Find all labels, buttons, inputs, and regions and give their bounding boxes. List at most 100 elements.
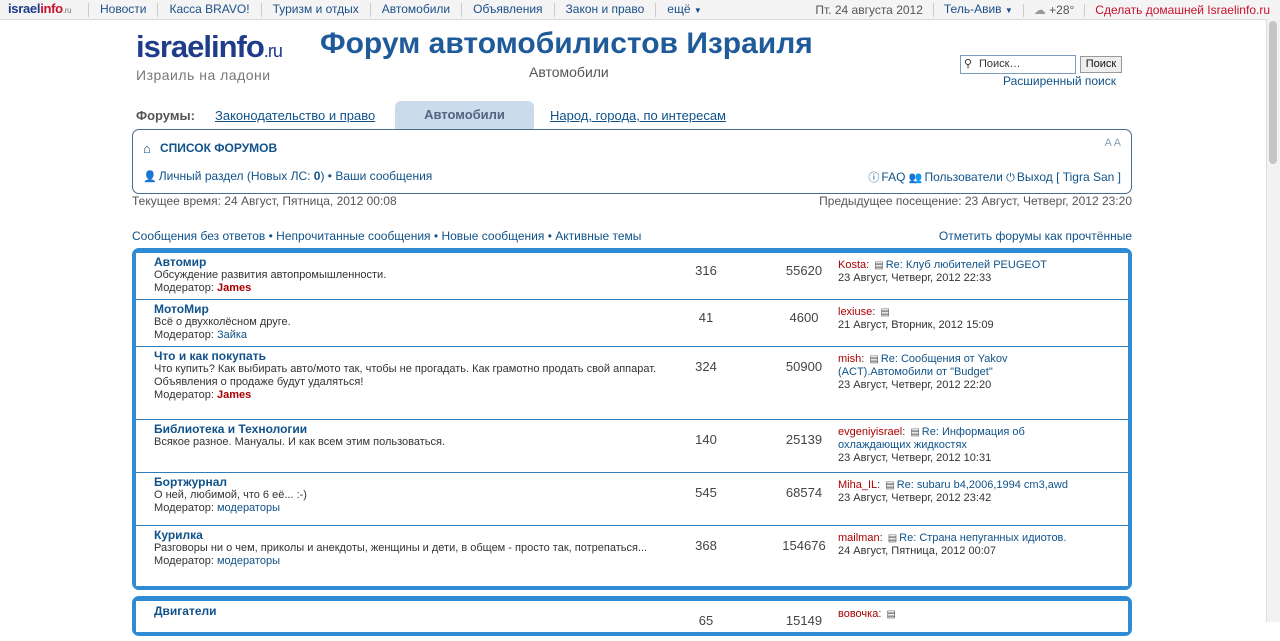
forum-title[interactable]: Что и как покупать bbox=[154, 349, 266, 363]
moderator-label: Модератор: bbox=[154, 282, 217, 294]
moderator-label: Модератор: bbox=[154, 389, 217, 401]
last-post-time: 23 Август, Четверг, 2012 23:42 bbox=[838, 492, 992, 504]
top-nav-tourism[interactable]: Туризм и отдых bbox=[260, 3, 370, 17]
last-post-author[interactable]: lexiuse bbox=[838, 306, 872, 318]
top-nav: Новости Касса BRAVO! Туризм и отдых Авто… bbox=[88, 3, 713, 17]
search-input-value: Поиск… bbox=[979, 58, 1021, 70]
unread-link[interactable]: Непрочитанные сообщения bbox=[276, 229, 430, 243]
topics-count: 368 bbox=[695, 538, 717, 553]
last-post-time: 21 Август, Вторник, 2012 15:09 bbox=[838, 319, 994, 331]
view-post-icon[interactable]: ▤ bbox=[910, 427, 919, 438]
last-post-time: 24 Август, Пятница, 2012 00:07 bbox=[838, 545, 996, 557]
forums-label: Форумы: bbox=[136, 108, 195, 123]
site-logo[interactable]: israelinfo.ru Израиль на ладони bbox=[136, 30, 283, 84]
forum-title[interactable]: МотоМир bbox=[154, 302, 209, 316]
navbar-right: ⓘ FAQ 👥 Пользователи ⏻ Выход [ Tigra San ] bbox=[868, 169, 1121, 185]
last-visit-time: Предыдущее посещение: 23 Август, Четверг… bbox=[819, 194, 1132, 208]
posts-count: 4600 bbox=[789, 310, 819, 325]
scrollbar-thumb[interactable] bbox=[1269, 21, 1277, 164]
last-post-author[interactable]: вовочка bbox=[838, 608, 878, 620]
faq-link[interactable]: FAQ bbox=[881, 170, 905, 184]
moderator-name[interactable]: Зайка bbox=[217, 329, 247, 341]
forum-row-motomir: МотоМир Всё о двухколёсном друге. Модера… bbox=[136, 300, 1128, 347]
moderator-name[interactable]: James bbox=[217, 389, 251, 401]
forum-title[interactable]: Автомир bbox=[154, 255, 206, 269]
view-post-icon[interactable]: ▤ bbox=[874, 260, 883, 271]
last-post-author[interactable]: Kosta bbox=[838, 259, 866, 271]
pm-suffix: ) • bbox=[320, 169, 336, 183]
power-icon: ⏻ bbox=[1006, 172, 1015, 184]
weather-temp: +28° bbox=[1049, 2, 1075, 17]
view-post-icon[interactable]: ▤ bbox=[886, 609, 895, 620]
logo-brand: israelinfo.ru bbox=[136, 30, 283, 68]
last-post-author[interactable]: mailman bbox=[838, 532, 880, 544]
your-posts-link[interactable]: Ваши сообщения bbox=[335, 169, 432, 183]
moderator-name[interactable]: модераторы bbox=[217, 555, 280, 567]
top-nav-bravo[interactable]: Касса BRAVO! bbox=[157, 3, 260, 17]
forum-title[interactable]: Бортжурнал bbox=[154, 475, 227, 489]
forum-title[interactable]: Курилка bbox=[154, 528, 203, 542]
top-nav-more-label: ещё bbox=[667, 2, 691, 16]
last-post-subject[interactable]: Re: Сообщения от Yakov (ACT).Автомобили … bbox=[838, 353, 1007, 378]
tab-law[interactable]: Законодательство и право bbox=[215, 108, 375, 123]
active-topics-link[interactable]: Активные темы bbox=[555, 229, 641, 243]
top-nav-law[interactable]: Закон и право bbox=[553, 3, 656, 17]
forum-title[interactable]: Библиотека и Технологии bbox=[154, 422, 307, 436]
city-selector[interactable]: Тель-Авив ▼ bbox=[932, 3, 1023, 17]
forum-desc-text: Разговоры ни о чем, приколы и анекдоты, … bbox=[154, 542, 648, 554]
forum-title[interactable]: Двигатели bbox=[154, 604, 217, 618]
last-post-author[interactable]: evgeniyisrael bbox=[838, 426, 902, 438]
forum-index-link[interactable]: СПИСОК ФОРУМОВ bbox=[160, 141, 277, 155]
moderator-name[interactable]: James bbox=[217, 282, 251, 294]
logo-part-israel: israel bbox=[8, 1, 41, 16]
top-nav-more[interactable]: ещё ▼ bbox=[655, 3, 713, 17]
topics-count: 545 bbox=[695, 485, 717, 500]
forum-moderator: Модератор: Зайка bbox=[154, 329, 684, 342]
tab-cars[interactable]: Автомобили bbox=[395, 101, 534, 129]
last-post-author[interactable]: Miha_IL bbox=[838, 479, 877, 491]
view-post-icon[interactable]: ▤ bbox=[885, 480, 894, 491]
top-nav-cars[interactable]: Автомобили bbox=[369, 3, 461, 17]
forum-list: Автомир Обсуждение развития автопромышле… bbox=[132, 248, 1132, 590]
view-post-icon[interactable]: ▤ bbox=[880, 307, 889, 318]
new-posts-link[interactable]: Новые сообщения bbox=[441, 229, 544, 243]
top-nav-ads[interactable]: Объявления bbox=[461, 3, 553, 17]
advanced-search-link[interactable]: Расширенный поиск bbox=[1003, 74, 1116, 88]
search-button[interactable]: Поиск bbox=[1080, 56, 1122, 73]
font-size-icon[interactable]: A A bbox=[1104, 137, 1121, 149]
top-nav-news[interactable]: Новости bbox=[88, 3, 157, 17]
home-icon: ⌂ bbox=[143, 141, 151, 156]
last-post-subject[interactable]: Re: Страна непуганных идиотов. bbox=[899, 532, 1066, 544]
top-bar: israelinfo.ru Новости Касса BRAVO! Туриз… bbox=[0, 0, 1280, 20]
logout-link[interactable]: Выход [ Tigra San ] bbox=[1017, 170, 1121, 184]
navbar: ⌂ СПИСОК ФОРУМОВ A A 👤 Личный раздел (Нов… bbox=[132, 129, 1132, 194]
view-post-icon[interactable]: ▤ bbox=[888, 533, 897, 544]
help-icon: ⓘ bbox=[868, 172, 880, 184]
make-homepage-link[interactable]: Сделать домашней Israelinfo.ru bbox=[1084, 3, 1270, 17]
separator: • bbox=[265, 229, 277, 243]
forum-desc-text: О ней, любимой, что 6 её... :-) bbox=[154, 489, 307, 501]
view-post-icon[interactable]: ▤ bbox=[869, 354, 878, 365]
tab-people[interactable]: Народ, города, по интересам bbox=[550, 108, 726, 123]
last-post-author[interactable]: mish bbox=[838, 353, 861, 365]
last-post: mailman: ▤ Re: Страна непуганных идиотов.… bbox=[838, 532, 1067, 557]
search-icon: ⚲ bbox=[964, 58, 973, 70]
site-title: Форум автомобилистов Израиля bbox=[320, 27, 813, 60]
page-scrollbar[interactable] bbox=[1266, 19, 1280, 622]
posts-count: 50900 bbox=[785, 359, 823, 374]
topics-count: 140 bbox=[695, 432, 717, 447]
unanswered-link[interactable]: Сообщения без ответов bbox=[132, 229, 265, 243]
members-link[interactable]: Пользователи bbox=[924, 170, 1002, 184]
ucp-link[interactable]: Личный раздел bbox=[159, 169, 244, 183]
mark-forums-read-link[interactable]: Отметить форумы как прочтённые bbox=[939, 229, 1132, 243]
moderator-name[interactable]: модераторы bbox=[217, 502, 280, 514]
cloud-icon: ☁ bbox=[1033, 2, 1046, 17]
last-post-subject[interactable]: Re: subaru b4,2006,1994 cm3,awd bbox=[897, 479, 1068, 491]
last-post: Kosta: ▤ Re: Клуб любителей PEUGEOT 23 Ав… bbox=[838, 259, 1048, 284]
posts-count: 55620 bbox=[785, 263, 823, 278]
moderator-label: Модератор: bbox=[154, 502, 217, 514]
forum-desc-note: Объявления о продаже будут удаляться! bbox=[154, 376, 364, 388]
last-post-subject[interactable]: Re: Клуб любителей PEUGEOT bbox=[886, 259, 1047, 271]
israelinfo-top-logo[interactable]: israelinfo.ru bbox=[8, 1, 72, 16]
search-input[interactable]: ⚲ Поиск… bbox=[960, 55, 1076, 74]
